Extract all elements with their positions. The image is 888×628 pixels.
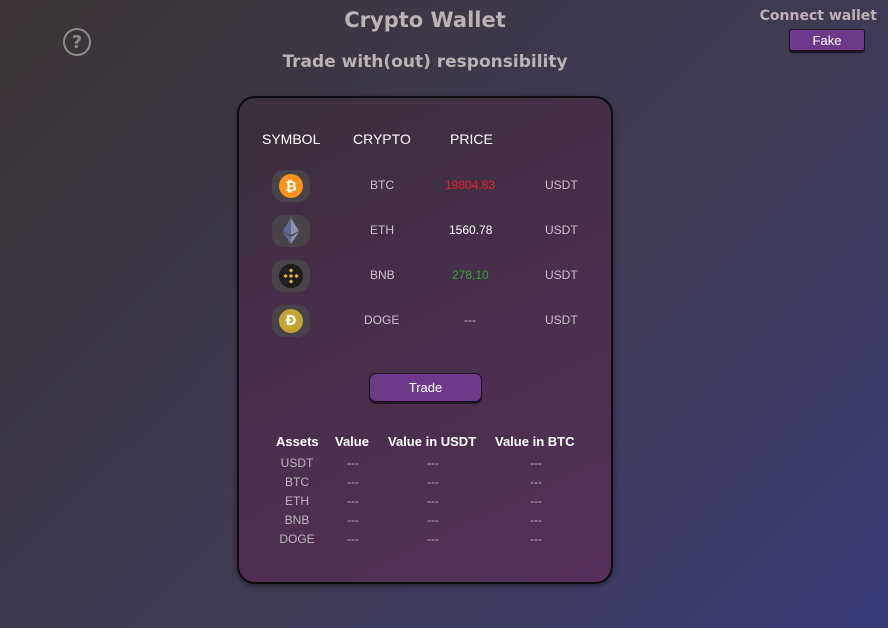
coin-icon-wrapper: Ð: [272, 305, 310, 337]
asset-btc-cell: ---: [530, 456, 542, 470]
asset-btc-cell: ---: [530, 494, 542, 508]
assets-header-value-btc: Value in BTC: [495, 434, 575, 449]
coin-icon-wrapper: [272, 260, 310, 292]
crypto-price: ---: [464, 313, 476, 327]
asset-value-cell: ---: [347, 494, 359, 508]
column-header-crypto: CRYPTO: [353, 131, 411, 147]
page-subtitle: Trade with(out) responsibility: [282, 52, 568, 72]
quote-currency: USDT: [545, 313, 578, 327]
asset-value-cell: ---: [347, 475, 359, 489]
assets-header-assets: Assets: [276, 434, 319, 449]
asset-usdt-cell: ---: [427, 532, 439, 546]
wallet-card: SYMBOL CRYPTO PRICE ₿ BTC 19804.83 USDT …: [237, 96, 613, 584]
coin-icon-wrapper: [272, 215, 310, 247]
asset-usdt-cell: ---: [427, 494, 439, 508]
crypto-price: 278.10: [452, 268, 489, 282]
price-row: BNB 278.10 USDT: [239, 260, 611, 300]
crypto-symbol: DOGE: [364, 313, 400, 327]
crypto-symbol: ETH: [370, 223, 394, 237]
page-title: Crypto Wallet: [344, 8, 506, 32]
quote-currency: USDT: [545, 268, 578, 282]
price-row: ₿ BTC 19804.83 USDT: [239, 170, 611, 210]
asset-usdt-cell: ---: [427, 456, 439, 470]
bnb-icon: [279, 264, 303, 288]
asset-value-cell: ---: [347, 513, 359, 527]
crypto-symbol: BTC: [370, 178, 394, 192]
coin-icon-wrapper: ₿: [272, 170, 310, 202]
fake-wallet-button[interactable]: Fake: [789, 29, 865, 51]
asset-value-cell: ---: [347, 532, 359, 546]
asset-usdt-cell: ---: [427, 475, 439, 489]
crypto-symbol: BNB: [370, 268, 395, 282]
crypto-price: 19804.83: [445, 178, 496, 192]
column-header-symbol: SYMBOL: [262, 131, 321, 147]
quote-currency: USDT: [545, 178, 578, 192]
column-header-price: PRICE: [450, 131, 493, 147]
trade-button[interactable]: Trade: [369, 373, 482, 402]
asset-btc-cell: ---: [530, 532, 542, 546]
bitcoin-icon: ₿: [279, 174, 303, 198]
price-row: Ð DOGE --- USDT: [239, 305, 611, 345]
ethereum-icon: [283, 218, 299, 244]
crypto-price: 1560.78: [449, 223, 493, 237]
asset-btc-cell: ---: [530, 513, 542, 527]
dogecoin-icon: Ð: [279, 309, 303, 333]
connect-wallet-label: Connect wallet: [759, 8, 877, 24]
price-row: ETH 1560.78 USDT: [239, 215, 611, 255]
asset-btc-cell: ---: [530, 475, 542, 489]
asset-value-cell: ---: [347, 456, 359, 470]
assets-header-value: Value: [335, 434, 369, 449]
asset-usdt-cell: ---: [427, 513, 439, 527]
quote-currency: USDT: [545, 223, 578, 237]
assets-header-value-usdt: Value in USDT: [388, 434, 477, 449]
